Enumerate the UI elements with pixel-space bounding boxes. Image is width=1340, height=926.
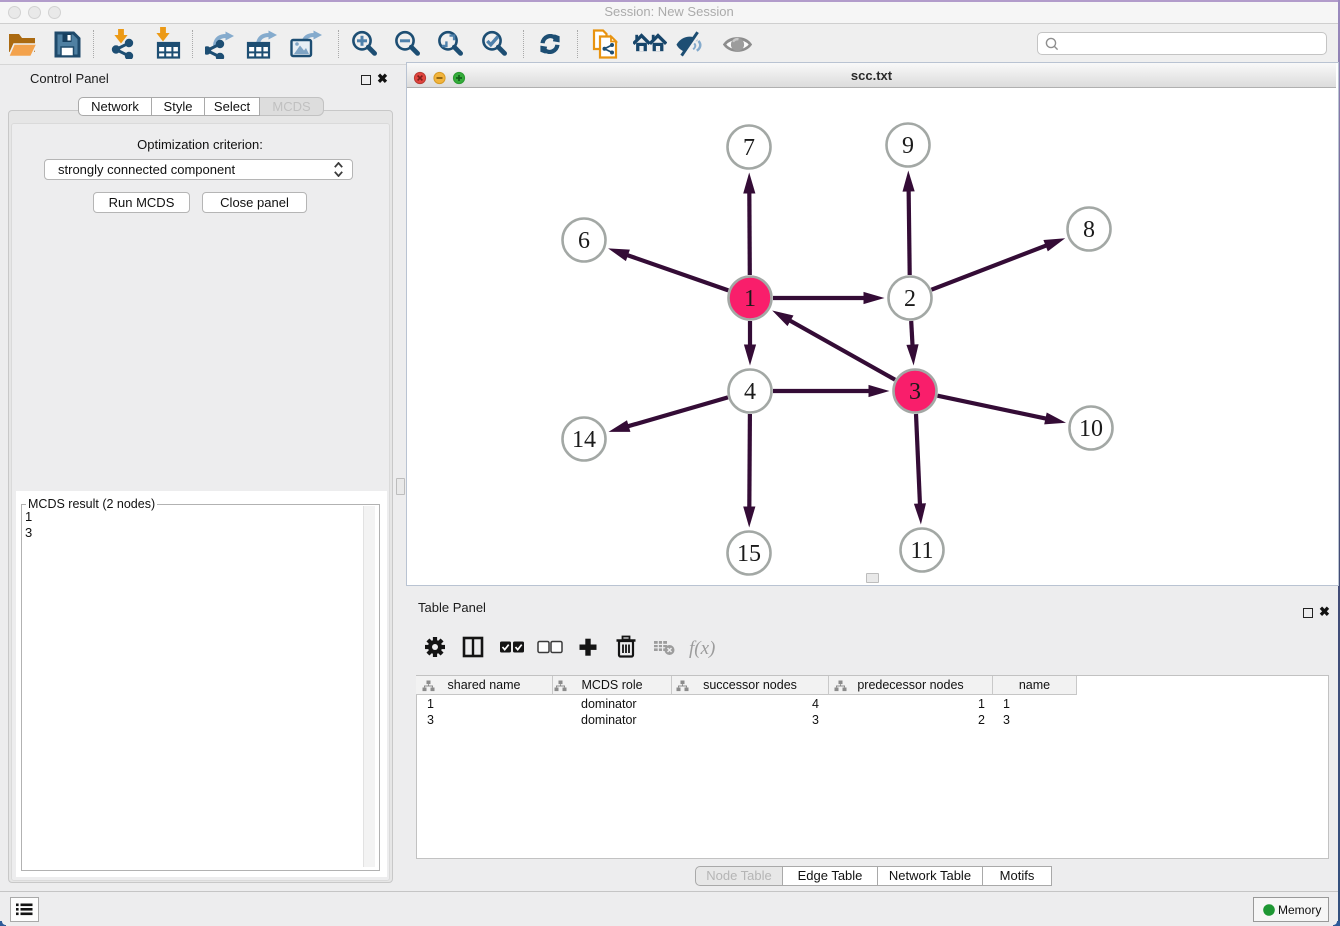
- svg-text:6: 6: [578, 228, 590, 254]
- svg-text:f(x): f(x): [689, 638, 715, 659]
- svg-text:7: 7: [743, 135, 755, 161]
- svg-text:8: 8: [1083, 217, 1095, 243]
- svg-text:2: 2: [904, 286, 916, 312]
- svg-text:4: 4: [744, 379, 756, 405]
- svg-text:14: 14: [572, 427, 596, 453]
- svg-text:10: 10: [1079, 416, 1103, 442]
- svg-text:1: 1: [744, 286, 756, 312]
- svg-text:15: 15: [737, 541, 761, 567]
- svg-text:11: 11: [910, 538, 933, 564]
- svg-text:3: 3: [909, 379, 921, 405]
- svg-text:9: 9: [902, 133, 914, 159]
